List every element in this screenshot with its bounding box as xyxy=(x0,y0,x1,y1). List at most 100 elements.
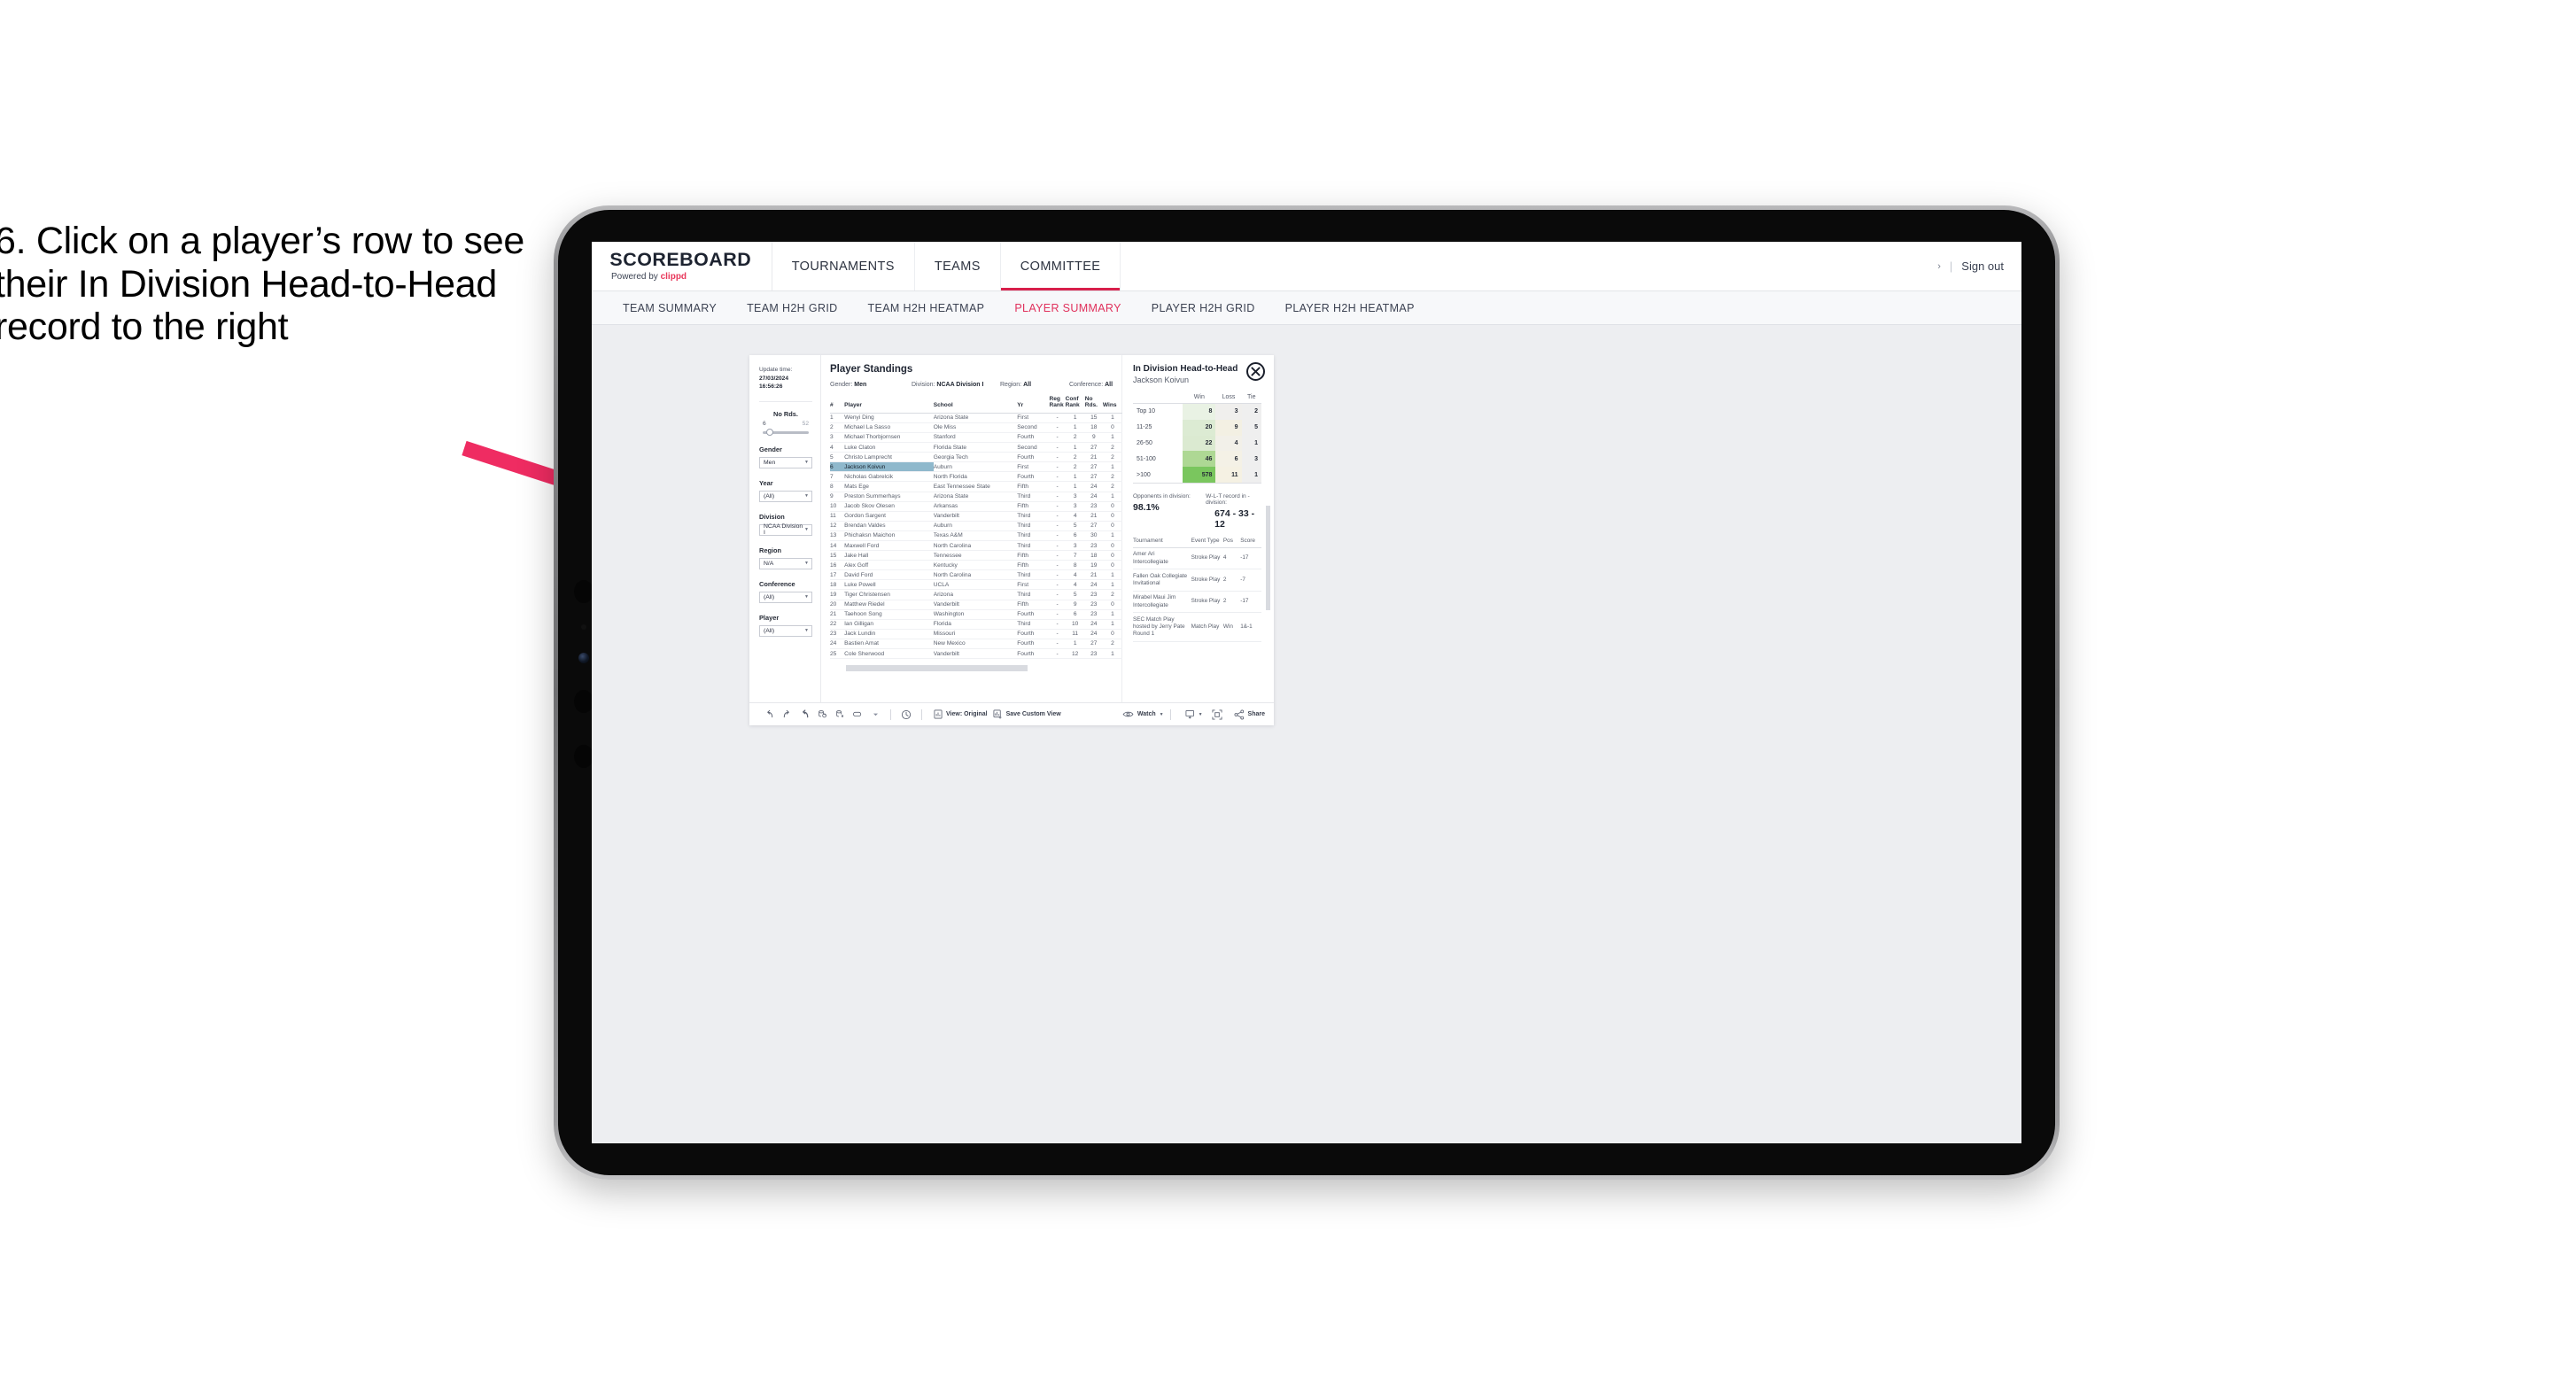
table-row[interactable]: 7 Nicholas Gabrelcik North Florida Fourth -1… xyxy=(830,471,1122,483)
tournament-row[interactable]: Amer Ari Intercollegiate Stroke Play 4 -17 xyxy=(1133,547,1261,570)
cell-nr: 19 xyxy=(1084,560,1103,571)
table-row[interactable]: 21 Taehoon Song Washington Fourth -6 23 1 xyxy=(830,609,1122,620)
col-wins[interactable]: Wins xyxy=(1102,396,1122,414)
table-row[interactable]: 24 Bastien Amat New Mexico Fourth -1 27 2 xyxy=(830,639,1122,650)
chevron-down-icon[interactable] xyxy=(866,710,884,718)
nav-item-tournaments[interactable]: TOURNAMENTS xyxy=(772,242,915,290)
h2h-col-loss: Loss xyxy=(1215,394,1242,404)
brand-logo[interactable]: SCOREBOARD Powered by clippd xyxy=(592,242,772,290)
conference-select[interactable]: (All) ▼ xyxy=(759,591,812,603)
col-year[interactable]: Yr xyxy=(1017,396,1050,414)
tab-team-h2h-grid[interactable]: TEAM H2H GRID xyxy=(732,302,852,314)
table-row[interactable]: 11 Gordon Sargent Vanderbilt Third -4 21 0 xyxy=(830,511,1122,522)
cell-cr: 1 xyxy=(1065,481,1085,492)
cell-rr: - xyxy=(1049,560,1066,571)
division-select[interactable]: NCAA Division I ▼ xyxy=(759,523,812,536)
chevron-right-icon[interactable]: › xyxy=(1937,261,1941,272)
save-custom-view-button[interactable]: Save Custom View xyxy=(993,709,1061,719)
device-preview-button[interactable]: ▼ xyxy=(1185,709,1203,719)
slider-handle[interactable] xyxy=(766,429,773,437)
table-row[interactable]: 16 Alex Goff Kentucky Fifth -8 19 0 xyxy=(830,560,1122,571)
share-button[interactable]: Share xyxy=(1234,709,1265,720)
cell-cr: 6 xyxy=(1065,530,1085,541)
divider xyxy=(759,400,812,402)
h2h-row: 26-50 22 4 1 xyxy=(1133,435,1261,452)
tournament-row[interactable]: SEC Match Play hosted by Jerry Pate Roun… xyxy=(1133,612,1261,642)
gender-select[interactable]: Men ▼ xyxy=(759,456,812,468)
table-row[interactable]: 25 Cole Sherwood Vanderbilt Fourth -12 23 1 xyxy=(830,648,1122,660)
fullscreen-icon[interactable] xyxy=(1208,708,1226,720)
table-row[interactable]: 8 Mats Ege East Tennessee State Fifth -1 24 2 xyxy=(830,481,1122,492)
select-value: (All) xyxy=(764,593,775,600)
speaker-icon xyxy=(574,745,594,768)
col-rank[interactable]: # xyxy=(830,396,845,414)
tab-team-h2h-heatmap[interactable]: TEAM H2H HEATMAP xyxy=(853,302,1000,314)
tab-team-summary[interactable]: TEAM SUMMARY xyxy=(608,302,732,314)
cell-num: 21 xyxy=(830,609,845,620)
tournament-row[interactable]: Mirabel Maui Jim Intercollegiate Stroke P… xyxy=(1133,591,1261,614)
col-reg-rank[interactable]: Reg Rank xyxy=(1049,396,1066,414)
table-row[interactable]: 9 Preston Summerhays Arizona State Third -3 2… xyxy=(830,492,1122,502)
cell-num: 22 xyxy=(830,619,845,630)
cell-nr: 27 xyxy=(1084,461,1103,473)
table-row[interactable]: 1 Wenyi Ding Arizona State First -1 15 1 xyxy=(830,413,1122,423)
slider-track[interactable] xyxy=(763,429,809,437)
table-row[interactable]: 2 Michael La Sasso Ole Miss Second -1 18 0 xyxy=(830,422,1122,433)
watch-button[interactable]: Watch ▼ xyxy=(1122,710,1164,718)
cell-wn: 2 xyxy=(1102,471,1122,483)
highlight-icon[interactable] xyxy=(849,709,866,719)
horizontal-scrollbar[interactable] xyxy=(846,665,1028,672)
h2h-win-cell: 20 xyxy=(1183,419,1216,436)
table-row[interactable]: 10 Jacob Skov Olesen Arkansas Fifth -3 23 0 xyxy=(830,501,1122,512)
revert-icon[interactable] xyxy=(795,709,813,719)
cell-rr: - xyxy=(1049,511,1066,522)
h2h-row: 11-25 20 9 5 xyxy=(1133,419,1261,436)
cell-num: 25 xyxy=(830,648,845,660)
col-conf-rank[interactable]: Conf Rank xyxy=(1065,396,1085,414)
pause-updates-icon[interactable] xyxy=(831,709,849,719)
vertical-scrollbar[interactable] xyxy=(1266,506,1270,610)
tab-player-summary[interactable]: PLAYER SUMMARY xyxy=(999,302,1136,314)
tournament-row[interactable]: Fallen Oak Collegiate Invitational Stroke… xyxy=(1133,569,1261,592)
clock-icon[interactable] xyxy=(897,709,915,720)
table-row[interactable]: 4 Luke Claton Florida State Second -1 27 2 xyxy=(830,442,1122,453)
cell-cr: 3 xyxy=(1065,501,1085,512)
table-row[interactable]: 15 Jake Hall Tennessee Fifth -7 18 0 xyxy=(830,550,1122,561)
table-row[interactable]: 14 Maxwell Ford North Carolina Third -3 23 0 xyxy=(830,540,1122,552)
tab-player-h2h-grid[interactable]: PLAYER H2H GRID xyxy=(1137,302,1270,314)
table-row[interactable]: 12 Brendan Valdes Auburn Third -5 27 0 xyxy=(830,521,1122,531)
standings-meta: Gender: Men Division: NCAA Division I Re… xyxy=(830,382,1121,388)
cell-sch: Georgia Tech xyxy=(933,452,1018,463)
filter-conference: Conference (All) ▼ xyxy=(759,580,812,603)
undo-icon[interactable] xyxy=(760,709,778,719)
table-row[interactable]: 23 Jack Lundin Missouri Fourth -11 24 0 xyxy=(830,629,1122,639)
nav-item-teams[interactable]: TEAMS xyxy=(915,242,1001,290)
table-row[interactable]: 18 Luke Powell UCLA First -4 24 1 xyxy=(830,579,1122,591)
redo-icon[interactable] xyxy=(778,709,795,719)
table-row[interactable]: 6 Jackson Koivun Auburn First -2 27 1 xyxy=(830,461,1122,473)
tab-player-h2h-heatmap[interactable]: PLAYER H2H HEATMAP xyxy=(1270,302,1430,314)
h2h-table-body: Top 10 8 3 2 11-25 20 9 5 26-50 22 4 1 51-100 46 6 3 >10… xyxy=(1133,403,1261,484)
refresh-data-icon[interactable] xyxy=(813,709,831,719)
no-rounds-slider[interactable]: No Rds. 6 52 xyxy=(759,410,812,437)
region-select[interactable]: N/A ▼ xyxy=(759,557,812,569)
year-select[interactable]: (All) ▼ xyxy=(759,490,812,502)
nav-item-committee[interactable]: COMMITTEE xyxy=(1000,242,1121,290)
player-select[interactable]: (All) ▼ xyxy=(759,624,812,637)
table-row[interactable]: 19 Tiger Christensen Arizona Third -5 23 2 xyxy=(830,589,1122,600)
col-school[interactable]: School xyxy=(933,396,1018,414)
close-icon[interactable] xyxy=(1246,362,1265,381)
table-row[interactable]: 22 Ian Gilligan Florida Third -10 24 1 xyxy=(830,619,1122,630)
table-row[interactable]: 3 Michael Thorbjornsen Stanford Fourth -2 9 1 xyxy=(830,432,1122,444)
cell-yr: Second xyxy=(1017,442,1050,453)
sign-out-button[interactable]: Sign out xyxy=(1961,259,2004,273)
h2h-loss-cell: 3 xyxy=(1215,403,1242,420)
table-row[interactable]: 20 Matthew Riedel Vanderbilt Fifth -9 23 0 xyxy=(830,600,1122,610)
table-row[interactable]: 13 Phichaksn Maichon Texas A&M Third -6 30 1 xyxy=(830,530,1122,541)
view-original-button[interactable]: View: Original xyxy=(934,709,988,719)
table-row[interactable]: 5 Christo Lamprecht Georgia Tech Fourth -2 21… xyxy=(830,452,1122,463)
chevron-down-icon: ▼ xyxy=(804,460,809,466)
col-player[interactable]: Player xyxy=(844,396,934,414)
col-no-rds[interactable]: No Rds. xyxy=(1084,396,1103,414)
table-row[interactable]: 17 David Ford North Carolina Third -4 21 1 xyxy=(830,569,1122,581)
